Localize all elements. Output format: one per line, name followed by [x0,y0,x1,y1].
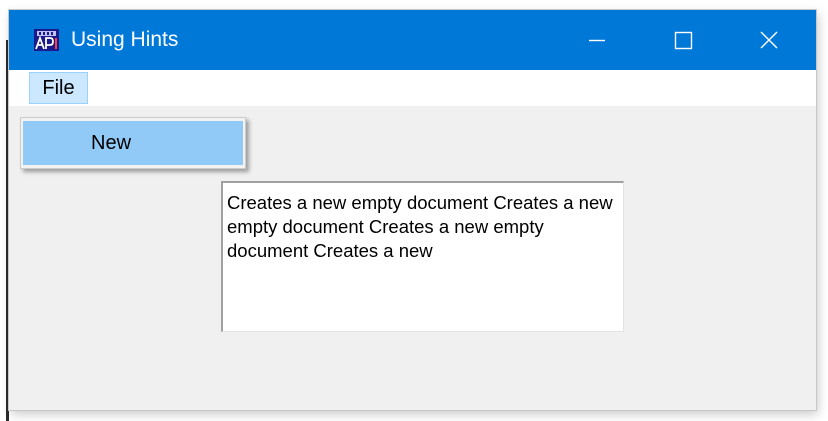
minimize-icon [589,39,605,42]
maximize-icon [674,31,693,50]
menu-file[interactable]: File [29,72,88,104]
window-title: Using Hints [71,28,179,51]
api-app-icon[interactable] [34,29,59,51]
close-icon [760,31,778,49]
title-bar[interactable]: Using Hints [9,10,816,70]
menu-bar: File [9,70,816,106]
minimize-button[interactable] [554,10,640,70]
app-window: Using Hints File Creates a new empty doc… [9,10,816,410]
menu-item-new-label: New [91,132,132,154]
close-button[interactable] [726,10,812,70]
maximize-button[interactable] [640,10,726,70]
menu-item-new[interactable]: New [23,121,243,165]
file-menu-dropdown: New [20,117,246,169]
hint-text-box[interactable]: Creates a new empty document Creates a n… [221,181,624,332]
